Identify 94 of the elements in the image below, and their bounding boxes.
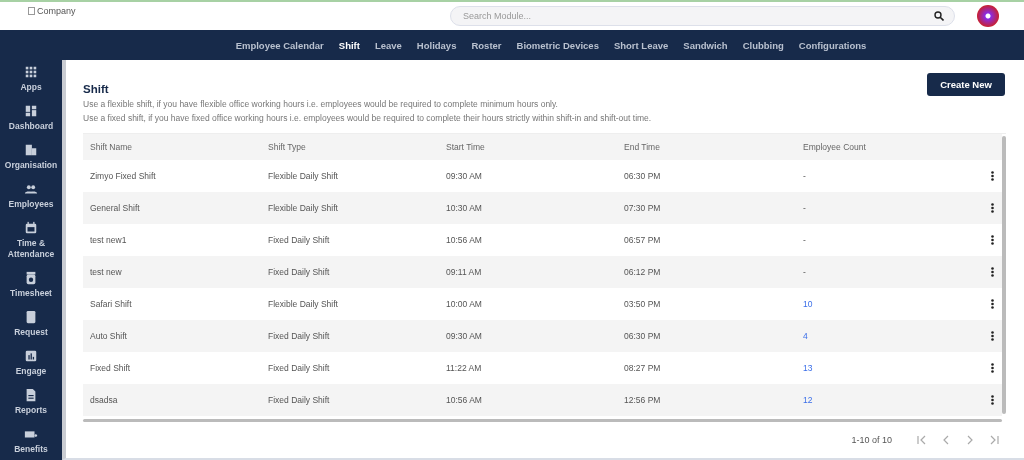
vertical-scrollbar[interactable] <box>1002 136 1006 414</box>
more-options-icon[interactable] <box>990 395 994 405</box>
sidebar-item[interactable]: Request <box>14 327 48 338</box>
column-header: Shift Name <box>89 142 134 152</box>
sidebar-item[interactable]: Organisation <box>4 160 58 171</box>
table-cell-text: 09:30 AM <box>445 171 483 181</box>
bar-chart-icon[interactable] <box>24 349 38 363</box>
grid-icon[interactable] <box>24 65 38 79</box>
more-options-icon[interactable] <box>990 331 994 341</box>
table-cell-text: - <box>802 235 807 245</box>
table-cell-text: 10:56 AM <box>445 235 483 245</box>
avatar[interactable] <box>977 5 999 27</box>
employee-count-link[interactable]: 13 <box>796 363 982 373</box>
table-cell-text: Flexible Daily Shift <box>267 299 339 309</box>
table-cell-text: Fixed Shift <box>89 363 132 373</box>
table-cell-text: Fixed Daily Shift <box>267 395 331 405</box>
table-cell-text: 12:56 PM <box>623 395 662 405</box>
page-title: Shift <box>83 83 109 95</box>
search-field[interactable]: Search Module... <box>450 6 955 26</box>
table-cell-text: Fixed Daily Shift <box>267 363 331 373</box>
sidebar-item[interactable]: Employees <box>8 199 54 210</box>
sidebar-item[interactable]: Benefits <box>14 444 48 455</box>
more-options-icon[interactable] <box>990 363 994 373</box>
nav-tab[interactable]: Employee Calendar <box>235 39 324 51</box>
broken-image-icon <box>28 7 35 15</box>
more-options-icon[interactable] <box>990 267 994 277</box>
sidebar-item[interactable]: Dashboard <box>8 121 54 132</box>
nav-tab[interactable]: Leave <box>374 39 402 51</box>
nav-tab[interactable]: Biometric Devices <box>516 39 599 51</box>
table-cell-text: 10:56 AM <box>445 395 483 405</box>
nav-tab[interactable]: Configurations <box>798 39 867 51</box>
nav-tab[interactable]: Shift <box>338 39 360 51</box>
document-icon[interactable] <box>24 310 38 324</box>
horizontal-scrollbar[interactable] <box>83 419 1002 422</box>
table-cell-text: 09:30 AM <box>445 331 483 341</box>
sidebar-item[interactable]: Time & Attendance <box>6 238 56 260</box>
table-cell-text: 09:11 AM <box>445 267 483 277</box>
more-options-icon[interactable] <box>990 235 994 245</box>
table-cell-text: Fixed Daily Shift <box>267 235 331 245</box>
description-text: Use a fixed shift, if you have fixed office working hours i.e. employees would be required to complete their hours strictly within shift-in and shift-out time. <box>83 113 653 123</box>
building-icon[interactable] <box>24 143 38 157</box>
table-cell-text: - <box>802 203 807 213</box>
table-cell-text: 08:27 PM <box>623 363 662 373</box>
logo-alt-text: Company <box>37 6 76 16</box>
column-header: Employee Count <box>802 142 867 152</box>
table-cell-text: Zimyo Fixed Shift <box>89 171 157 181</box>
calendar-icon[interactable] <box>24 221 38 235</box>
table-cell-text: 06:12 PM <box>623 267 662 277</box>
column-header: Shift Type <box>267 142 307 152</box>
table-cell-text: General Shift <box>89 203 141 213</box>
table-cell-text: test new1 <box>89 235 128 245</box>
nav-tab[interactable]: Short Leave <box>613 39 669 51</box>
table-cell-text: Flexible Daily Shift <box>267 171 339 181</box>
table-cell-text: Fixed Daily Shift <box>267 331 331 341</box>
file-icon[interactable] <box>24 388 38 402</box>
sidebar-item[interactable]: Engage <box>15 366 47 377</box>
nav-tab[interactable]: Holidays <box>416 39 457 51</box>
table-cell-text: 03:50 PM <box>623 299 662 309</box>
table-cell-text: Fixed Daily Shift <box>267 267 331 277</box>
table-cell-text: test new <box>89 267 123 277</box>
column-header: End Time <box>623 142 661 152</box>
table-cell-text: 11:22 AM <box>445 363 483 373</box>
more-options-icon[interactable] <box>990 203 994 213</box>
sidebar-item[interactable]: Timesheet <box>10 288 52 299</box>
table-cell-text: - <box>802 171 807 181</box>
dashboard-icon[interactable] <box>24 104 38 118</box>
more-options-icon[interactable] <box>990 299 994 309</box>
table-cell-text: Safari Shift <box>89 299 133 309</box>
table-cell-text: 06:30 PM <box>623 171 662 181</box>
sidebar-item[interactable]: Reports <box>14 405 48 416</box>
table-cell-text: Auto Shift <box>89 331 128 341</box>
create-new-button[interactable]: Create New <box>927 73 1005 96</box>
employee-count-link[interactable]: 4 <box>796 331 982 341</box>
table-cell-text: 07:30 PM <box>623 203 662 213</box>
table-cell-text: 10:00 AM <box>445 299 483 309</box>
table-cell-text: Flexible Daily Shift <box>267 203 339 213</box>
nav-tab[interactable]: Roster <box>471 39 502 51</box>
table-cell-text: - <box>802 267 807 277</box>
table-cell-text: 06:57 PM <box>623 235 662 245</box>
sidebar-item[interactable]: Apps <box>20 82 42 93</box>
search-icon[interactable] <box>934 11 944 21</box>
table-cell-text: dsadsa <box>89 395 119 405</box>
nav-tab[interactable]: Clubbing <box>742 39 784 51</box>
more-options-icon[interactable] <box>990 171 994 181</box>
employee-count-link[interactable]: 10 <box>796 299 982 309</box>
employee-count-link[interactable]: 12 <box>796 395 982 405</box>
description-text: Use a flexible shift, if you have flexible office working hours i.e. employees would be required to complete minimum hours only. <box>83 99 559 109</box>
nav-tab[interactable]: Sandwich <box>683 39 728 51</box>
people-icon[interactable] <box>24 182 38 196</box>
table-cell-text: 10:30 AM <box>445 203 483 213</box>
table-cell-text: 06:30 PM <box>623 331 662 341</box>
search-input[interactable]: Search Module... <box>461 10 934 22</box>
column-header: Start Time <box>445 142 486 152</box>
page-range: 1-10 of 10 <box>851 435 892 445</box>
